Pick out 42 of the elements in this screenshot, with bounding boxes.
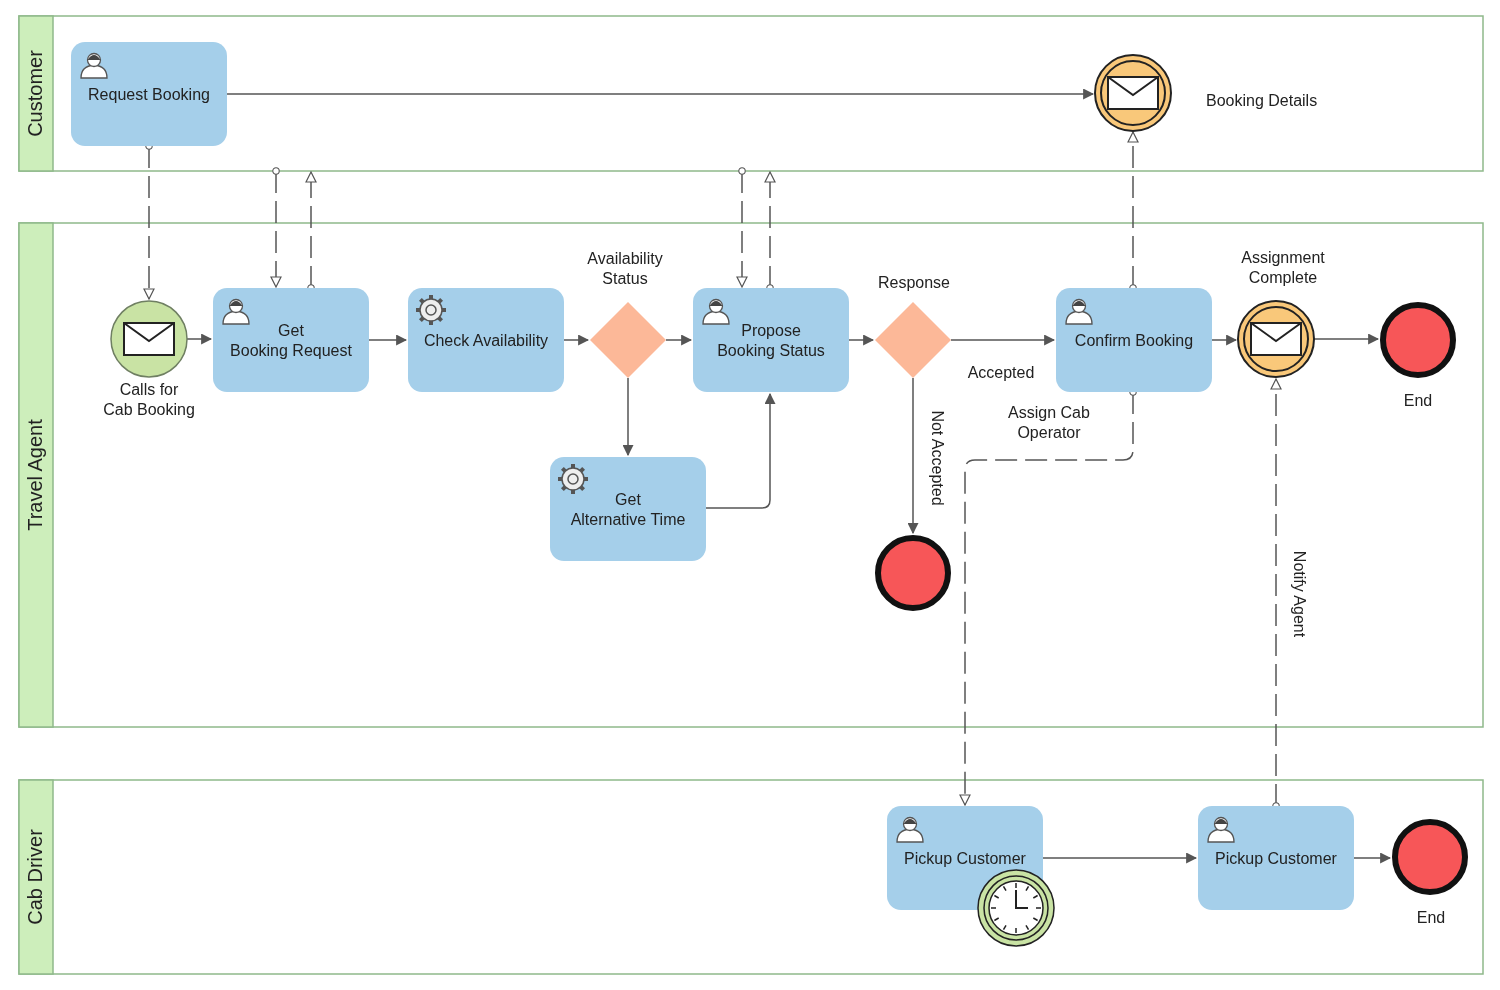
clock-icon [988, 880, 1044, 936]
person-icon [702, 298, 730, 325]
sequence-flow-arrow [1353, 852, 1392, 864]
node-label: Pickup Customer [904, 850, 1026, 868]
lane-label: Cab Driver [24, 829, 47, 925]
person-icon [1065, 298, 1093, 325]
node-label: Get Alternative Time [570, 491, 686, 529]
sequence-flow-arrow [368, 334, 408, 346]
gear-icon [558, 464, 588, 494]
sequence-flow-arrow [848, 334, 875, 346]
node-label: Not Accepted [928, 410, 946, 506]
person-icon [80, 52, 108, 79]
node-label: Booking Details [1206, 92, 1318, 110]
lane-label: Customer [24, 50, 47, 137]
sequence-flow-arrow [186, 333, 213, 345]
node-label: End [1403, 392, 1433, 410]
node-label: Availability Status [587, 250, 663, 288]
sequence-flow-arrow [1313, 333, 1380, 345]
node-label: Notify Agent [1290, 550, 1308, 638]
lane-label: Travel Agent [24, 419, 47, 531]
gear-icon [416, 295, 446, 325]
node-label: Calls for Cab Booking [103, 381, 195, 419]
node-label: Request Booking [88, 86, 210, 104]
envelope-icon [1250, 322, 1302, 356]
person-icon [222, 298, 250, 325]
person-icon [1207, 816, 1235, 843]
node-label: Assignment Complete [1241, 249, 1325, 287]
node-label: Response [878, 274, 950, 292]
node-label: Propose Booking Status [717, 322, 825, 360]
node-label: Check Availability [423, 332, 549, 350]
node-label: Get Booking Request [230, 322, 352, 360]
sequence-flow-arrow [665, 334, 693, 346]
sequence-flow-arrow [1211, 334, 1238, 346]
person-icon [896, 816, 924, 843]
node-label: Assign Cab Operator [1008, 404, 1090, 442]
envelope-icon [123, 322, 175, 356]
envelope-icon [1107, 76, 1159, 110]
sequence-flow-arrow [563, 334, 590, 346]
node-label: Confirm Booking [1074, 332, 1194, 350]
node-label: Accepted [967, 364, 1035, 382]
node-label: Pickup Customer [1215, 850, 1337, 868]
node-label: End [1416, 909, 1446, 927]
